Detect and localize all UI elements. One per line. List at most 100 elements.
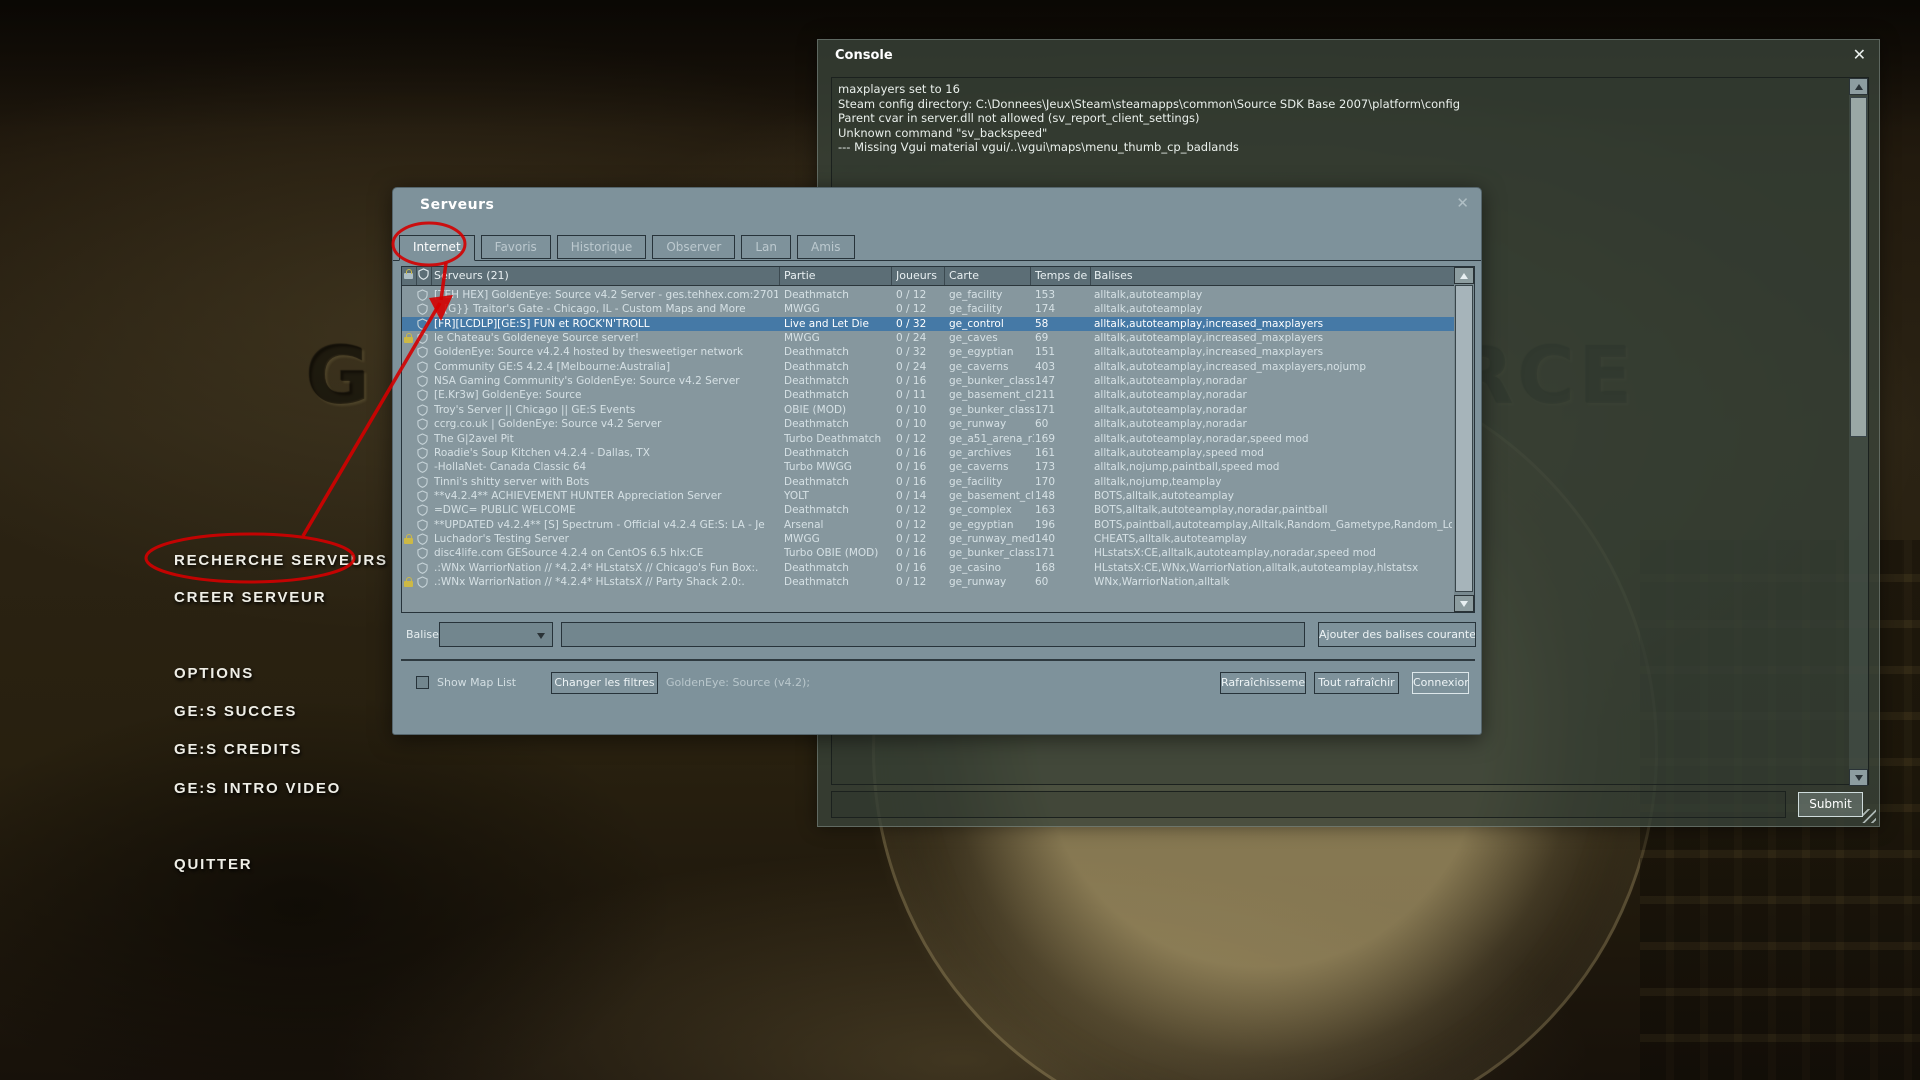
menu-item-quitter[interactable]: QUITTER — [174, 856, 252, 873]
server-map: ge_facility — [949, 288, 1034, 302]
server-row[interactable]: [FR][LCDLP][GE:S] FUN et ROCK'N'TROLLLiv… — [402, 317, 1454, 331]
shield-icon — [417, 361, 428, 373]
row-shield-cell — [417, 446, 432, 460]
console-scrollbar[interactable] — [1849, 78, 1868, 784]
server-row[interactable]: disc4life.com GESource 4.2.4 on CentOS 6… — [402, 546, 1454, 560]
lock-icon — [404, 337, 413, 343]
server-row[interactable]: [E.Kr3w] GoldenEye: SourceDeathmatch0 / … — [402, 388, 1454, 402]
menu-item-recherche-serveurs[interactable]: RECHERCHE SERVEURS — [174, 552, 388, 569]
server-map: ge_runway — [949, 417, 1034, 431]
column-header-players[interactable]: Joueurs — [896, 267, 946, 285]
server-row[interactable]: GoldenEye: Source v4.2.4 hosted by thesw… — [402, 345, 1454, 359]
server-time: 60 — [1035, 575, 1090, 589]
close-icon[interactable]: ✕ — [1853, 45, 1866, 64]
refresh-button[interactable]: Rafraîchissemen.. — [1220, 672, 1306, 694]
server-players: 0 / 16 — [896, 475, 946, 489]
console-command-input[interactable] — [831, 791, 1786, 818]
scroll-up-button[interactable] — [1849, 78, 1868, 95]
tab-internet[interactable]: Internet — [399, 235, 475, 261]
server-time: 403 — [1035, 360, 1090, 374]
server-time: 169 — [1035, 432, 1090, 446]
server-row[interactable]: { [G}} Traitor's Gate - Chicago, IL - Cu… — [402, 302, 1454, 316]
server-row[interactable]: ccrg.co.uk | GoldenEye: Source v4.2 Serv… — [402, 417, 1454, 431]
scroll-up-button[interactable] — [1454, 267, 1474, 284]
console-line: maxplayers set to 16 — [838, 82, 1844, 97]
connect-button[interactable]: Connexion — [1412, 672, 1469, 694]
tab-lan[interactable]: Lan — [741, 235, 791, 259]
server-gamemode: Deathmatch — [784, 446, 892, 460]
server-row[interactable]: Troy's Server || Chicago || GE:S EventsO… — [402, 403, 1454, 417]
server-row[interactable]: Tinni's shitty server with BotsDeathmatc… — [402, 475, 1454, 489]
show-map-list-checkbox[interactable] — [416, 676, 429, 689]
shield-icon — [417, 504, 428, 516]
scroll-down-button[interactable] — [1454, 595, 1474, 612]
server-row[interactable]: The G|2avel PitTurbo Deathmatch0 / 12ge_… — [402, 432, 1454, 446]
list-scrollbar[interactable] — [1454, 267, 1474, 612]
column-header-servers[interactable]: Serveurs (21) — [434, 267, 778, 285]
server-row[interactable]: le Chateau's Goldeneye Source server!MWG… — [402, 331, 1454, 345]
column-separator — [779, 267, 780, 285]
shield-icon — [417, 533, 428, 545]
refresh-all-button[interactable]: Tout rafraîchir — [1314, 672, 1399, 694]
tab-historique[interactable]: Historique — [557, 235, 647, 259]
menu-item-ge-s-intro-video[interactable]: GE:S INTRO VIDEO — [174, 780, 341, 797]
server-players: 0 / 12 — [896, 503, 946, 517]
lock-column-icon[interactable] — [404, 267, 416, 285]
server-row[interactable]: **UPDATED v4.2.4** [S] Spectrum - Offici… — [402, 518, 1454, 532]
tags-dropdown[interactable] — [439, 622, 553, 647]
console-log-text: maxplayers set to 16Steam config directo… — [838, 82, 1844, 155]
server-row[interactable]: .:WNx WarriorNation // *4.2.4* HLstatsX … — [402, 575, 1454, 589]
triangle-down-icon — [1855, 775, 1863, 781]
server-row[interactable]: -HollaNet- Canada Classic 64Turbo MWGG0 … — [402, 460, 1454, 474]
server-map: ge_casino — [949, 561, 1034, 575]
shield-icon — [417, 375, 428, 387]
server-time: 163 — [1035, 503, 1090, 517]
server-row[interactable]: NSA Gaming Community's GoldenEye: Source… — [402, 374, 1454, 388]
shield-icon — [417, 289, 428, 301]
server-players: 0 / 32 — [896, 317, 946, 331]
server-gamemode: Arsenal — [784, 518, 892, 532]
menu-item-ge-s-credits[interactable]: GE:S CREDITS — [174, 741, 302, 758]
resize-grip[interactable] — [1862, 809, 1876, 823]
server-name: The G|2avel Pit — [434, 432, 778, 446]
menu-item-options[interactable]: OPTIONS — [174, 665, 254, 682]
tab-favoris[interactable]: Favoris — [481, 235, 551, 259]
server-gamemode: Deathmatch — [784, 388, 892, 402]
server-row[interactable]: Community GE:S 4.2.4 [Melbourne:Australi… — [402, 360, 1454, 374]
tab-amis[interactable]: Amis — [797, 235, 854, 259]
scroll-down-button[interactable] — [1849, 769, 1868, 786]
menu-item-ge-s-succes[interactable]: GE:S SUCCES — [174, 703, 297, 720]
tab-observer[interactable]: Observer — [652, 235, 735, 259]
lock-icon — [404, 538, 413, 544]
menu-item-creer-serveur[interactable]: CREER SERVEUR — [174, 589, 326, 606]
row-shield-cell — [417, 302, 432, 316]
close-icon[interactable]: ✕ — [1456, 194, 1469, 212]
submit-button[interactable]: Submit — [1798, 792, 1863, 817]
shield-icon — [417, 418, 428, 430]
server-row[interactable]: Roadie's Soup Kitchen v4.2.4 - Dallas, T… — [402, 446, 1454, 460]
row-shield-cell — [417, 575, 432, 589]
column-separator — [944, 267, 945, 285]
scrollbar-thumb[interactable] — [1850, 97, 1867, 437]
change-filters-button[interactable]: Changer les filtres — [551, 672, 658, 694]
server-name: **v4.2.4** ACHIEVEMENT HUNTER Appreciati… — [434, 489, 778, 503]
console-line: Steam config directory: C:\Donnees\Jeux\… — [838, 97, 1844, 112]
server-row[interactable]: **v4.2.4** ACHIEVEMENT HUNTER Appreciati… — [402, 489, 1454, 503]
column-header-time[interactable]: Temps de . — [1035, 267, 1089, 285]
add-common-tags-button[interactable]: Ajouter des balises courantes. — [1318, 622, 1476, 647]
column-header-tags[interactable]: Balises — [1094, 267, 1452, 285]
server-gamemode: Deathmatch — [784, 288, 892, 302]
scrollbar-thumb[interactable] — [1455, 285, 1473, 592]
server-row[interactable]: [TEH HEX] GoldenEye: Source v4.2 Server … — [402, 288, 1454, 302]
tags-input[interactable] — [561, 622, 1305, 647]
server-name: **UPDATED v4.2.4** [S] Spectrum - Offici… — [434, 518, 778, 532]
server-players: 0 / 16 — [896, 446, 946, 460]
shield-icon — [417, 389, 428, 401]
column-header-game[interactable]: Partie — [784, 267, 892, 285]
server-row[interactable]: =DWC= PUBLIC WELCOMEDeathmatch0 / 12ge_c… — [402, 503, 1454, 517]
server-row[interactable]: .:WNx WarriorNation // *4.2.4* HLstatsX … — [402, 561, 1454, 575]
column-header-map[interactable]: Carte — [949, 267, 1034, 285]
server-row[interactable]: Luchador's Testing ServerMWGG0 / 12ge_ru… — [402, 532, 1454, 546]
row-lock-cell — [404, 546, 416, 560]
lock-icon — [404, 581, 413, 587]
